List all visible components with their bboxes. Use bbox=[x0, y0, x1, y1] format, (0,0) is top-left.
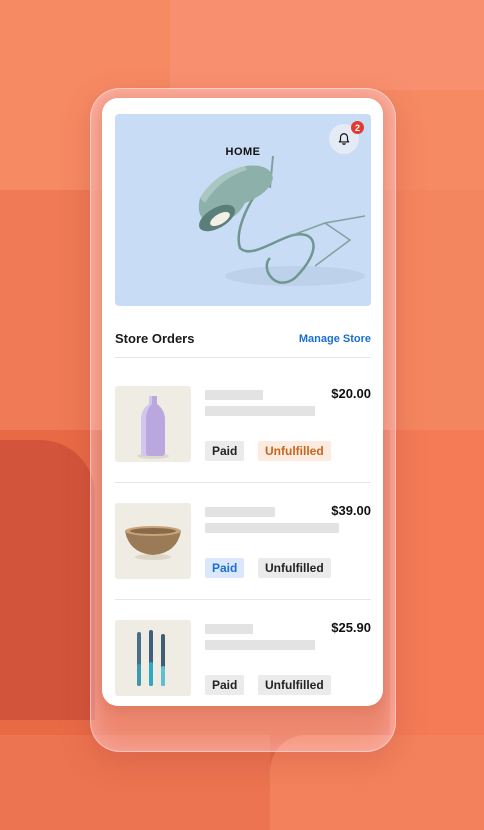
bell-icon bbox=[338, 133, 350, 145]
lamp-image bbox=[198, 155, 366, 286]
product-thumbnail bbox=[115, 503, 191, 579]
payment-status-badge: Paid bbox=[205, 675, 245, 695]
background-block bbox=[390, 430, 484, 740]
fulfillment-status-badge: Unfulfilled bbox=[258, 558, 331, 578]
background-block bbox=[170, 0, 484, 90]
placeholder-line bbox=[205, 406, 315, 416]
order-price: $25.90 bbox=[331, 620, 371, 635]
order-row[interactable]: $20.00 Paid Unfulfilled bbox=[115, 386, 371, 462]
orders-header: Store Orders Manage Store bbox=[115, 330, 371, 350]
product-thumbnail bbox=[115, 620, 191, 696]
payment-status-badge: Paid bbox=[205, 558, 245, 578]
placeholder-line bbox=[205, 624, 253, 634]
divider bbox=[115, 482, 371, 483]
hero-banner: HOME 2 bbox=[115, 114, 371, 306]
order-price: $39.00 bbox=[331, 503, 371, 518]
bowl-icon bbox=[125, 526, 181, 560]
section-title: Store Orders bbox=[115, 331, 195, 346]
background-block bbox=[0, 190, 90, 430]
divider bbox=[115, 599, 371, 600]
order-row[interactable]: $39.00 Paid Unfulfilled bbox=[115, 503, 371, 579]
divider bbox=[115, 357, 371, 358]
manage-store-link[interactable]: Manage Store bbox=[299, 333, 371, 345]
placeholder-line bbox=[205, 390, 263, 400]
phone-screen: HOME 2 Store Orders Manage Store $20.00 … bbox=[102, 98, 383, 706]
vase-icon bbox=[137, 396, 169, 459]
product-thumbnail bbox=[115, 386, 191, 462]
background-block bbox=[0, 440, 95, 720]
placeholder-line bbox=[205, 507, 275, 517]
fulfillment-status-badge: Unfulfilled bbox=[258, 675, 331, 695]
payment-status-badge: Paid bbox=[205, 441, 245, 461]
order-row[interactable]: $25.90 Paid Unfulfilled bbox=[115, 620, 371, 696]
placeholder-line bbox=[205, 640, 315, 650]
fulfillment-status-badge: Unfulfilled bbox=[258, 441, 331, 461]
placeholder-line bbox=[205, 523, 339, 533]
utensils-icon bbox=[137, 630, 165, 686]
notification-badge: 2 bbox=[351, 121, 364, 134]
order-price: $20.00 bbox=[331, 386, 371, 401]
